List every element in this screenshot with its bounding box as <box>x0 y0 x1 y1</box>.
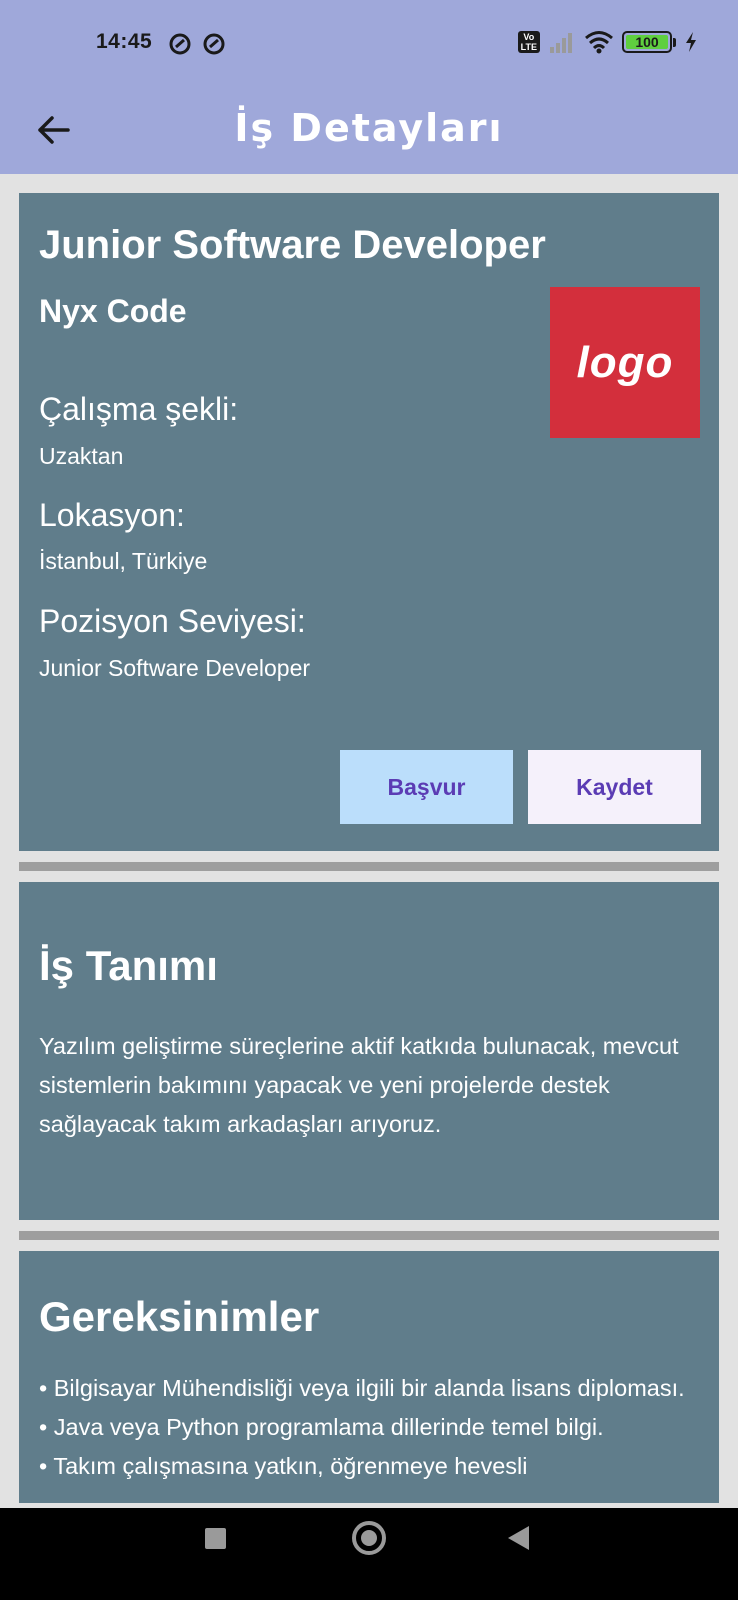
description-card: İş Tanımı Yazılım geliştirme süreçlerine… <box>19 882 719 1220</box>
description-title: İş Tanımı <box>39 942 218 989</box>
requirement-item: • Takım çalışmasına yatkın, öğrenmeye he… <box>39 1453 528 1479</box>
apply-button[interactable]: Başvur <box>340 750 513 824</box>
status-icons: Vo LTE 100 <box>517 30 698 54</box>
company-logo: logo <box>550 287 700 438</box>
wifi-icon <box>585 31 613 54</box>
requirements-title: Gereksinimler <box>39 1293 320 1340</box>
status-time: 14:45 <box>96 30 153 53</box>
signal-icon <box>550 33 572 53</box>
status-bar: 14:45 Vo LTE 100 <box>0 0 738 86</box>
recents-square-icon[interactable] <box>205 1528 226 1549</box>
job-title: Junior Software Developer <box>39 223 546 267</box>
battery-level: 100 <box>626 35 668 49</box>
work-type-value: Uzaktan <box>39 443 124 469</box>
location-value: İstanbul, Türkiye <box>39 548 208 574</box>
description-body: Yazılım geliştirme süreçlerine aktif kat… <box>39 1033 679 1137</box>
requirements-list: • Bilgisayar Mühendisliği veya ilgili bi… <box>39 1369 709 1486</box>
notification-icon <box>203 33 225 55</box>
home-circle-icon[interactable] <box>352 1521 386 1555</box>
notification-icon <box>169 33 191 55</box>
logo-text: logo <box>576 337 674 387</box>
back-triangle-icon[interactable] <box>508 1526 529 1550</box>
app-bar: İş Detayları <box>0 86 738 174</box>
charging-icon <box>686 32 696 52</box>
position-level-value: Junior Software Developer <box>39 655 311 681</box>
divider <box>19 862 719 871</box>
company-name: Nyx Code <box>39 293 187 329</box>
location-label: Lokasyon: <box>39 497 185 533</box>
position-level-label: Pozisyon Seviyesi: <box>39 603 306 639</box>
save-button[interactable]: Kaydet <box>528 750 701 824</box>
requirements-card: Gereksinimler • Bilgisayar Mühendisliği … <box>19 1251 719 1503</box>
job-card: Junior Software Developer Nyx Code logo … <box>19 193 719 851</box>
page-title: İş Detayları <box>234 106 504 150</box>
work-type-label: Çalışma şekli: <box>39 391 239 427</box>
requirement-item: • Java veya Python programlama dillerind… <box>39 1414 604 1440</box>
divider <box>19 1231 719 1240</box>
battery-icon: 100 <box>622 31 676 53</box>
volte-icon: Vo LTE <box>517 31 540 53</box>
requirement-item: • Bilgisayar Mühendisliği veya ilgili bi… <box>39 1375 685 1401</box>
